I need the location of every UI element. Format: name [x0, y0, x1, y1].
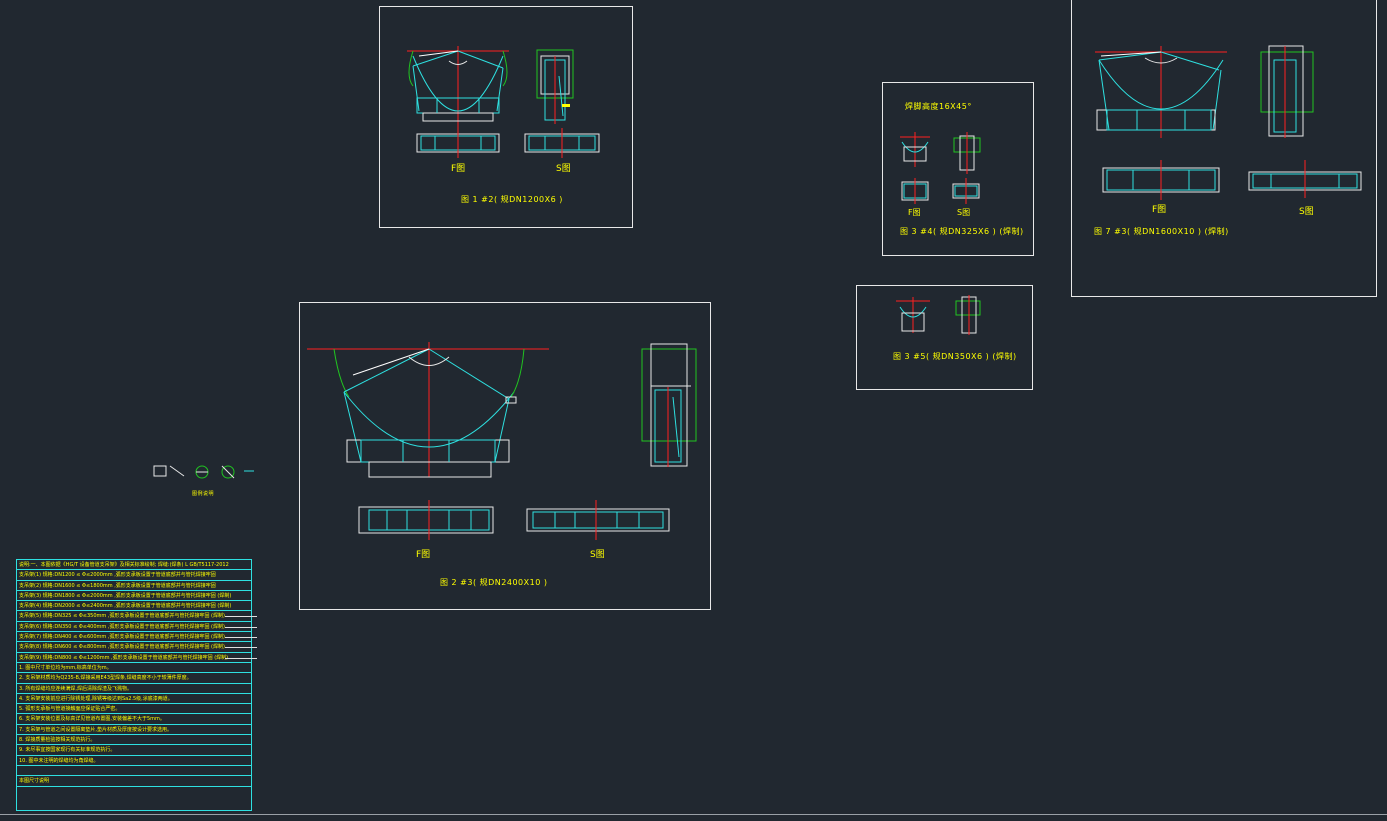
notes-row: 2. 支吊架材质均为Q235-B,焊接采用E43型焊条,焊缝高度不小于较薄件厚度… [17, 673, 251, 684]
notes-row-text: 支吊架(3) 规格:DN1800 ≤ Φ≤2000mm ,弧形支承板设置于管道底… [19, 592, 232, 599]
notes-row-text: 说明:一、本图依据《HG/T 设备管道支吊架》及相关标准绘制; 焊缝:(焊条) … [19, 562, 229, 568]
notes-row-text: 3. 所有焊缝均应连续满焊,焊后清除焊渣及飞溅物。 [19, 685, 132, 692]
notes-row-text: 1. 图中尺寸单位均为mm,标高单位为m。 [19, 664, 112, 671]
notes-row-text: 支吊架(4) 规格:DN2000 ≤ Φ≤2400mm ,弧形支承板设置于管道底… [19, 603, 232, 610]
notes-row: 支吊架(2) 规格:DN1600 ≤ Φ≤1800mm ,弧形支承板设置于管道底… [17, 581, 251, 591]
fig1-caption: 图 1 #2( 规DN1200X6 ) [461, 195, 563, 204]
notes-row: 7. 支吊架与管道之间设置隔离垫片,垫片材质及厚度按设计要求选用。 [17, 725, 251, 736]
fig7-graphics [1095, 45, 1362, 200]
fig2-plan-views [358, 500, 670, 540]
notes-row-text: 2. 支吊架材质均为Q235-B,焊接采用E43型焊条,焊缝高度不小于较薄件厚度… [19, 675, 192, 682]
notes-row: 支吊架(1) 规格:DN1200 ≤ Φ≤2000mm ,弧形支承板设置于管道底… [17, 570, 251, 581]
notes-row-text: 支吊架(2) 规格:DN1600 ≤ Φ≤1800mm ,弧形支承板设置于管道底… [19, 582, 216, 589]
notes-row-text: 5. 弧形支承板与管道接触面应保证贴合严密。 [19, 706, 121, 713]
notes-row-text: 4. 支吊架安装前应进行除锈处理,除锈等级达到Sa2.5级,涂底漆两道。 [19, 695, 173, 702]
fig2-s-label: S图 [590, 550, 605, 560]
notes-row: 支吊架(7) 规格:DN400 ≤ Φ≤600mm ,弧形支承板设置于管道底部并… [17, 632, 257, 643]
fig7-caption: 图 7 #3( 规DN1600X10 ) (焊制) [1094, 227, 1229, 236]
notes-row-rule [225, 657, 257, 659]
notes-row-text: 9. 未尽事宜按国家现行有关标准规范执行。 [19, 747, 116, 754]
notes-row-rule [225, 637, 257, 639]
fig2-f-label: F图 [416, 550, 431, 560]
notes-row: 本图尺寸说明 [17, 776, 251, 787]
fig2-main-view [307, 342, 549, 478]
notes-row: 6. 支吊架安装位置及标高详见管道布置图,安装偏差不大于5mm。 [17, 714, 251, 725]
fig3a-s-label: S图 [957, 208, 971, 217]
notes-row: 1. 图中尺寸单位均为mm,标高单位为m。 [17, 663, 251, 674]
notes-row: 10. 图中未注明的焊缝均为角焊缝。 [17, 756, 251, 766]
notes-row-rule [225, 647, 257, 649]
notes-row: 支吊架(6) 规格:DN350 ≤ Φ≤400mm ,弧形支承板设置于管道底部并… [17, 622, 257, 633]
notes-row: 支吊架(9) 规格:DN800 ≤ Φ≤1200mm ,弧形支承板设置于管道底部… [17, 653, 257, 663]
notes-row-text: 支吊架(1) 规格:DN1200 ≤ Φ≤2000mm ,弧形支承板设置于管道底… [19, 572, 216, 579]
notes-row: 4. 支吊架安装前应进行除锈处理,除锈等级达到Sa2.5级,涂底漆两道。 [17, 694, 251, 705]
notes-row-text: 10. 图中未注明的焊缝均为角焊缝。 [19, 757, 99, 764]
notes-row-text: 支吊架(7) 规格:DN400 ≤ Φ≤600mm ,弧形支承板设置于管道底部并… [19, 634, 225, 641]
model-space-edge [0, 814, 1387, 815]
fig1-main-view [407, 46, 509, 136]
fig1-f-label: F图 [451, 164, 466, 174]
notes-row: 9. 未尽事宜按国家现行有关标准规范执行。 [17, 745, 251, 756]
fig2-caption: 图 2 #3( 规DN2400X10 ) [440, 578, 548, 587]
legend-caption: 图例说明 [192, 491, 215, 497]
notes-row: 3. 所有焊缝均应连续满焊,焊后清除焊渣及飞溅物。 [17, 684, 251, 694]
fig3a-caption: 图 3 #4( 规DN325X6 ) (焊制) [900, 227, 1024, 236]
notes-row: 支吊架(5) 规格:DN325 ≤ Φ≤350mm ,弧形支承板设置于管道底部并… [17, 611, 257, 622]
fig1-plan-views [416, 128, 600, 158]
fig2-graphics [307, 342, 697, 540]
notes-row: 支吊架(3) 规格:DN1800 ≤ Φ≤2000mm ,弧形支承板设置于管道底… [17, 591, 251, 602]
notes-row-text: 本图尺寸说明 [19, 778, 50, 785]
notes-row [17, 766, 251, 777]
fig3a-f-label: F图 [908, 208, 921, 217]
fig7-s-label: S图 [1299, 207, 1314, 217]
notes-row-text: 8. 焊接质量检验按相关规范执行。 [19, 737, 96, 744]
notes-row-text: 支吊架(9) 规格:DN800 ≤ Φ≤1200mm ,弧形支承板设置于管道底部… [19, 654, 229, 661]
notes-row: 5. 弧形支承板与管道接触面应保证贴合严密。 [17, 704, 251, 715]
fig3b-graphics [896, 295, 981, 335]
notes-row-text: 支吊架(6) 规格:DN350 ≤ Φ≤400mm ,弧形支承板设置于管道底部并… [19, 623, 225, 630]
fig3a-weld-note: 焊脚高度16X45° [905, 102, 972, 111]
notes-row: 支吊架(4) 规格:DN2000 ≤ Φ≤2400mm ,弧形支承板设置于管道底… [17, 601, 251, 612]
fig1-side-view [536, 49, 574, 124]
notes-row: 支吊架(8) 规格:DN600 ≤ Φ≤800mm ,弧形支承板设置于管道底部并… [17, 642, 257, 653]
fig3b-caption: 图 3 #5( 规DN350X6 ) (焊制) [893, 352, 1017, 361]
notes-row-text: 7. 支吊架与管道之间设置隔离垫片,垫片材质及厚度按设计要求选用。 [19, 726, 172, 733]
notes-row: 8. 焊接质量检验按相关规范执行。 [17, 735, 251, 746]
notes-row-text: 支吊架(8) 规格:DN600 ≤ Φ≤800mm ,弧形支承板设置于管道底部并… [19, 644, 225, 651]
notes-row-rule [225, 626, 257, 628]
fig2-side-view [641, 343, 697, 467]
fig1-s-label: S图 [556, 164, 571, 174]
notes-row: 说明:一、本图依据《HG/T 设备管道支吊架》及相关标准绘制; 焊缝:(焊条) … [17, 560, 251, 571]
fig7-f-label: F图 [1152, 205, 1167, 215]
notes-row-text: 6. 支吊架安装位置及标高详见管道布置图,安装偏差不大于5mm。 [19, 716, 165, 723]
notes-table: 说明:一、本图依据《HG/T 设备管道支吊架》及相关标准绘制; 焊缝:(焊条) … [16, 559, 257, 811]
notes-row-text: 支吊架(5) 规格:DN325 ≤ Φ≤350mm ,弧形支承板设置于管道底部并… [19, 613, 225, 620]
notes-row-rule [225, 616, 257, 618]
